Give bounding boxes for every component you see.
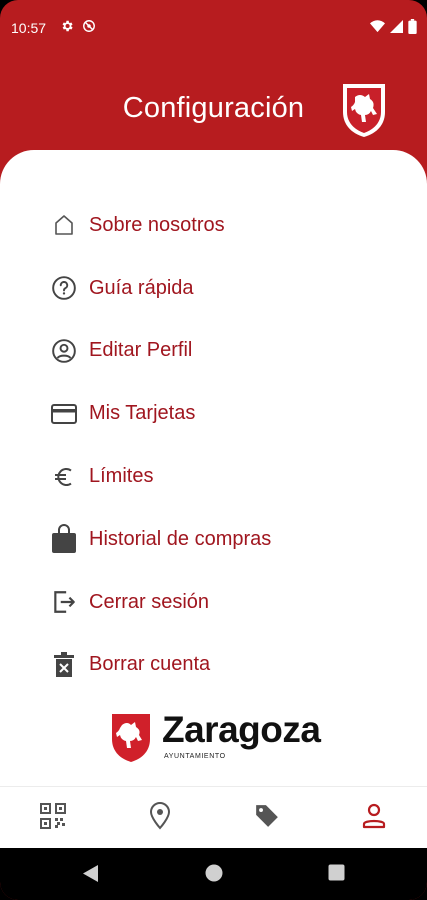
nav-qr-button[interactable] bbox=[0, 787, 106, 849]
menu-item-label: Borrar cuenta bbox=[89, 653, 211, 676]
menu-item-editar-perfil[interactable]: Editar Perfil bbox=[0, 320, 427, 383]
back-icon[interactable] bbox=[82, 864, 99, 888]
menu-item-label: Guía rápida bbox=[89, 276, 194, 299]
profile-icon bbox=[51, 338, 77, 364]
menu-item-cerrar-sesion[interactable]: Cerrar sesión bbox=[0, 571, 427, 634]
menu-item-historial-compras[interactable]: Historial de compras bbox=[0, 508, 427, 571]
recents-icon[interactable] bbox=[328, 864, 345, 886]
menu-item-label: Límites bbox=[89, 465, 154, 488]
delete-icon bbox=[51, 651, 77, 678]
wifi-icon bbox=[370, 20, 385, 33]
nav-profile-button[interactable] bbox=[321, 787, 427, 849]
menu-item-limites[interactable]: Límites bbox=[0, 445, 427, 508]
logo-subtitle: AYUNTAMIENTO bbox=[164, 753, 226, 760]
menu-item-guia-rapida[interactable]: Guía rápida bbox=[0, 257, 427, 320]
nav-tag-button[interactable] bbox=[214, 787, 320, 849]
nav-location-button[interactable] bbox=[107, 787, 213, 849]
system-nav-bar bbox=[0, 848, 427, 900]
tag-icon bbox=[254, 803, 280, 834]
logout-icon bbox=[51, 589, 77, 615]
battery-icon bbox=[408, 19, 417, 34]
menu-item-label: Sobre nosotros bbox=[89, 213, 225, 236]
menu-item-label: Cerrar sesión bbox=[89, 590, 210, 613]
home-icon bbox=[51, 212, 77, 238]
qr-code-icon bbox=[40, 802, 66, 834]
menu-item-borrar-cuenta[interactable]: Borrar cuenta bbox=[0, 634, 427, 697]
app-screen: 10:57 Configuración Sobre nosotros Guía … bbox=[0, 0, 427, 900]
credit-card-icon bbox=[51, 401, 77, 427]
menu-item-label: Mis Tarjetas bbox=[89, 402, 196, 425]
status-bar: 10:57 bbox=[0, 0, 427, 56]
person-icon bbox=[362, 803, 386, 834]
crest-logo-icon bbox=[341, 82, 387, 143]
menu-item-sobre-nosotros[interactable]: Sobre nosotros bbox=[0, 194, 427, 257]
menu-item-label: Editar Perfil bbox=[89, 339, 193, 362]
shopping-bag-icon bbox=[51, 524, 77, 554]
home-circle-icon[interactable] bbox=[205, 864, 223, 887]
euro-icon bbox=[51, 464, 77, 490]
logo-name: Zaragoza bbox=[162, 709, 321, 750]
location-icon bbox=[149, 801, 171, 835]
bottom-nav bbox=[0, 786, 427, 849]
menu-item-label: Historial de compras bbox=[89, 527, 272, 550]
signal-icon bbox=[390, 20, 403, 33]
zaragoza-logo: Zaragoza AYUNTAMIENTO bbox=[111, 709, 321, 765]
menu-item-mis-tarjetas[interactable]: Mis Tarjetas bbox=[0, 382, 427, 445]
status-time: 10:57 bbox=[11, 20, 47, 36]
no-disturb-icon bbox=[82, 19, 96, 36]
settings-menu: Sobre nosotros Guía rápida Editar Perfil… bbox=[0, 194, 427, 696]
help-icon bbox=[51, 275, 77, 301]
gear-icon bbox=[60, 19, 74, 36]
settings-sheet: Sobre nosotros Guía rápida Editar Perfil… bbox=[0, 150, 427, 786]
zaragoza-crest-icon bbox=[112, 714, 150, 762]
